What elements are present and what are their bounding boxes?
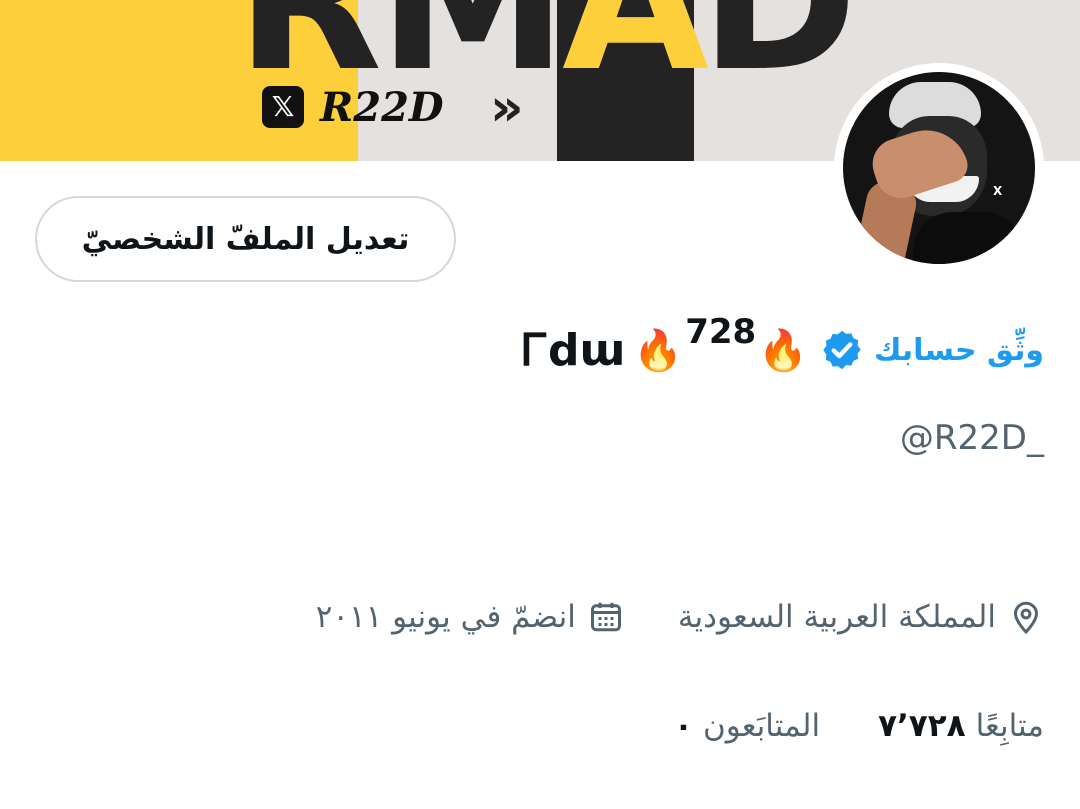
display-name-text: Ꮁdɯ [522, 324, 626, 376]
name-row: وثِّق حسابك Ꮁdɯ 🔥 728 🔥 [522, 312, 1044, 382]
following-count[interactable]: ٧٬٧٢٨ [878, 708, 965, 744]
display-name: Ꮁdɯ 🔥 728 🔥 [522, 312, 810, 376]
followers-count[interactable]: ٠ [674, 708, 693, 744]
following-label[interactable]: متابِعًا [976, 708, 1044, 744]
fire-emoji-icon: 🔥 [633, 327, 684, 374]
display-name-number: 728 [685, 312, 757, 352]
location-text: المملكة العربية السعودية [677, 599, 996, 635]
calendar-icon [590, 602, 621, 632]
profile-meta: المملكة العربية السعودية انضمّ في يونيو … [316, 592, 1044, 642]
avatar[interactable]: X [834, 63, 1044, 273]
banner-brand-text: R22D [320, 84, 444, 131]
verify-account-link[interactable]: وثِّق حسابك [874, 333, 1044, 368]
edit-profile-button[interactable]: تعديل الملفّ الشخصيّ [35, 196, 456, 282]
double-chevron-icon: » [490, 78, 523, 138]
fire-emoji-icon: 🔥 [758, 327, 808, 374]
avatar-watermark: X [993, 184, 1003, 198]
username-handle: @R22D_ [899, 418, 1044, 458]
verified-badge-icon[interactable] [820, 328, 864, 372]
followers-label[interactable]: المتابَعون [703, 708, 820, 744]
avatar-body [913, 212, 1023, 264]
banner-letter-a: A [562, 0, 709, 113]
joined-date-text: انضمّ في يونيو ٢٠١١ [315, 599, 576, 635]
banner-letter-d: D [700, 0, 858, 113]
x-logo-icon: 𝕏 [262, 86, 304, 128]
location-pin-icon [1013, 601, 1039, 635]
follow-stats: ٠ المتابَعون ٧٬٧٢٨ متابِعًا [674, 700, 1044, 752]
avatar-image: X [843, 72, 1035, 264]
